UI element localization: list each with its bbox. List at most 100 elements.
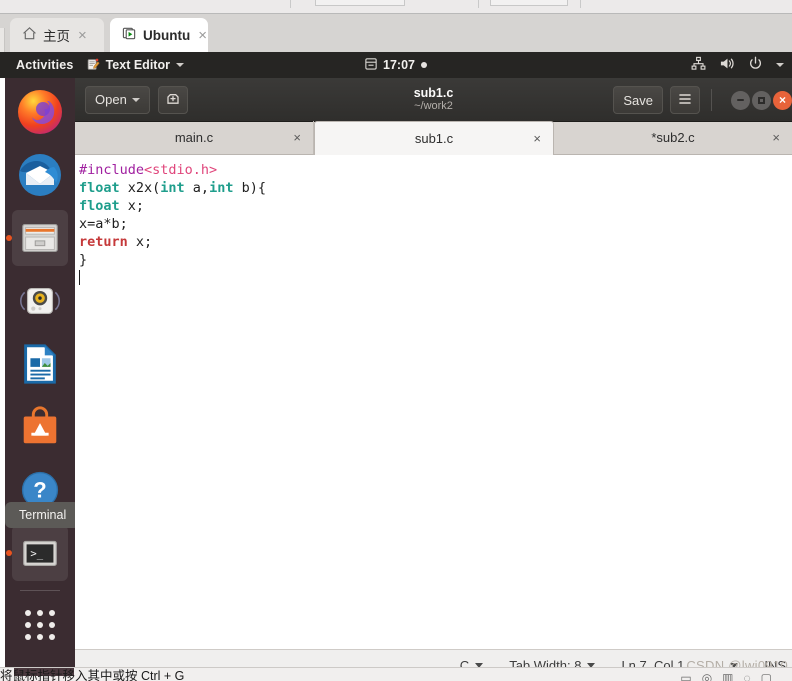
fullscreen-icon: ▢	[760, 671, 772, 681]
host-strip-sep-1	[290, 0, 291, 8]
dock-tooltip-terminal: Terminal	[5, 502, 81, 528]
tray-chevron-down-icon[interactable]	[776, 63, 784, 67]
grid-dots-icon	[25, 610, 55, 640]
hamburger-menu-button[interactable]	[670, 86, 700, 114]
code-line: }	[77, 251, 792, 269]
code-token: int	[209, 180, 234, 196]
document-tab-label: *sub2.c	[651, 130, 695, 145]
document-tab-close-icon[interactable]: ×	[293, 130, 301, 145]
running-indicator-dot	[6, 550, 12, 556]
code-token: <stdio.h>	[144, 162, 218, 178]
host-browser-tabbar: 主页 × Ubuntu ×	[0, 14, 792, 66]
open-button-label: Open	[95, 92, 127, 107]
files-icon	[22, 224, 58, 252]
code-token: }	[79, 252, 88, 268]
notification-dot-icon	[420, 62, 427, 68]
host-tab-ubuntu-close-icon[interactable]: ×	[196, 28, 209, 43]
ubuntu-software-icon	[23, 406, 57, 444]
maximize-button[interactable]	[752, 90, 771, 110]
host-browser-top-strip	[0, 0, 792, 14]
open-button[interactable]: Open	[85, 85, 150, 114]
save-button-label: Save	[623, 92, 653, 108]
document-tab-label: main.c	[174, 130, 214, 145]
code-token: x;	[127, 234, 153, 250]
minimize-button[interactable]	[731, 90, 750, 110]
app-menu-label: Text Editor	[105, 58, 170, 72]
dock-item-thunderbird[interactable]	[12, 147, 68, 203]
dock-item-rhythmbox[interactable]	[12, 273, 68, 329]
code-line: float x;	[77, 197, 792, 215]
minimize-icon	[737, 99, 744, 101]
chevron-down-icon	[175, 63, 184, 67]
window-icon: ▥	[722, 671, 734, 681]
code-token: x2x(	[119, 180, 161, 196]
system-tray[interactable]	[691, 56, 784, 74]
headerbar-divider	[711, 89, 712, 111]
thunderbird-icon	[19, 154, 61, 196]
host-strip-sep-3	[580, 0, 581, 8]
save-button[interactable]: Save	[613, 86, 663, 114]
text-cursor	[79, 270, 80, 285]
code-token: x=a*b;	[79, 216, 128, 232]
code-token: a,	[184, 180, 210, 196]
power-icon[interactable]	[748, 56, 763, 74]
document-title: sub1.c	[413, 85, 454, 100]
text-editor-headerbar: Open sub1.c ~/work2 Save ×	[75, 78, 792, 122]
network-icon[interactable]	[691, 56, 706, 74]
code-editor-area[interactable]: #include<stdio.h> float x2x(int a,int b){…	[75, 155, 792, 648]
code-token: int	[160, 180, 185, 196]
host-tab-home-close-icon[interactable]: ×	[76, 28, 89, 43]
dock-item-firefox[interactable]	[12, 84, 68, 140]
host-strip-ghost-tab-1	[315, 0, 405, 6]
document-tabbar: main.c × sub1.c × *sub2.c ×	[75, 121, 792, 155]
host-tab-home[interactable]: 主页 ×	[10, 18, 104, 52]
notepad-pencil-icon	[86, 57, 100, 74]
dock-item-files[interactable]	[6, 210, 68, 266]
clock-menu[interactable]: 17:07	[365, 57, 427, 73]
maximize-icon	[758, 96, 765, 104]
chevron-down-icon	[131, 97, 140, 102]
code-line: x=a*b;	[77, 215, 792, 233]
text-editor-window: Open sub1.c ~/work2 Save × main.c × sub1…	[75, 78, 792, 681]
show-applications-button[interactable]	[12, 597, 68, 653]
dock-item-terminal[interactable]: >_	[6, 525, 68, 581]
volume-icon[interactable]	[719, 56, 735, 74]
new-document-button[interactable]	[157, 85, 188, 114]
host-tab-ubuntu[interactable]: Ubuntu ×	[110, 18, 208, 52]
activities-button[interactable]: Activities	[0, 58, 86, 72]
host-strip-sep-2	[478, 0, 479, 8]
close-icon: ×	[778, 93, 786, 107]
code-line	[77, 269, 792, 287]
close-button[interactable]: ×	[773, 90, 792, 110]
ubuntu-dock: ? >_	[5, 78, 75, 681]
headerbar-right-controls: Save ×	[613, 78, 792, 122]
dock-item-ubuntu-software[interactable]	[12, 399, 68, 455]
hamburger-menu-icon	[677, 92, 693, 109]
screenshot-root: 主页 × Ubuntu × Activities Text Editor 17:…	[0, 0, 792, 681]
svg-text:?: ?	[33, 477, 46, 502]
host-tab-home-label: 主页	[43, 29, 70, 44]
code-line: float x2x(int a,int b){	[77, 179, 792, 197]
document-tab-close-icon[interactable]: ×	[533, 131, 541, 146]
firefox-icon	[18, 90, 62, 134]
calendar-icon	[365, 57, 377, 73]
host-bottom-icons: ▭ ◎ ▥ ◌ ▢	[680, 671, 772, 681]
vm-viewport: Activities Text Editor 17:07 ? >_ Termin…	[0, 52, 792, 681]
rhythmbox-icon	[20, 287, 60, 315]
window-controls: ×	[731, 90, 792, 110]
code-line: return x;	[77, 233, 792, 251]
gnome-top-bar: Activities Text Editor 17:07	[0, 52, 792, 78]
document-tab-label: sub1.c	[414, 131, 454, 146]
dock-divider	[20, 590, 60, 591]
document-tab-sub2-c[interactable]: *sub2.c ×	[554, 121, 792, 154]
app-menu-text-editor[interactable]: Text Editor	[86, 57, 184, 74]
code-line: #include<stdio.h>	[77, 161, 792, 179]
document-tab-sub1-c[interactable]: sub1.c ×	[314, 121, 554, 155]
circle-icon: ◎	[701, 671, 713, 681]
document-tab-close-icon[interactable]: ×	[772, 130, 780, 145]
svg-text:>_: >_	[30, 548, 43, 560]
dock-item-libreoffice-writer[interactable]	[12, 336, 68, 392]
vm-screen-icon	[122, 26, 137, 44]
document-tab-main-c[interactable]: main.c ×	[75, 121, 314, 154]
running-indicator-dot	[6, 235, 12, 241]
